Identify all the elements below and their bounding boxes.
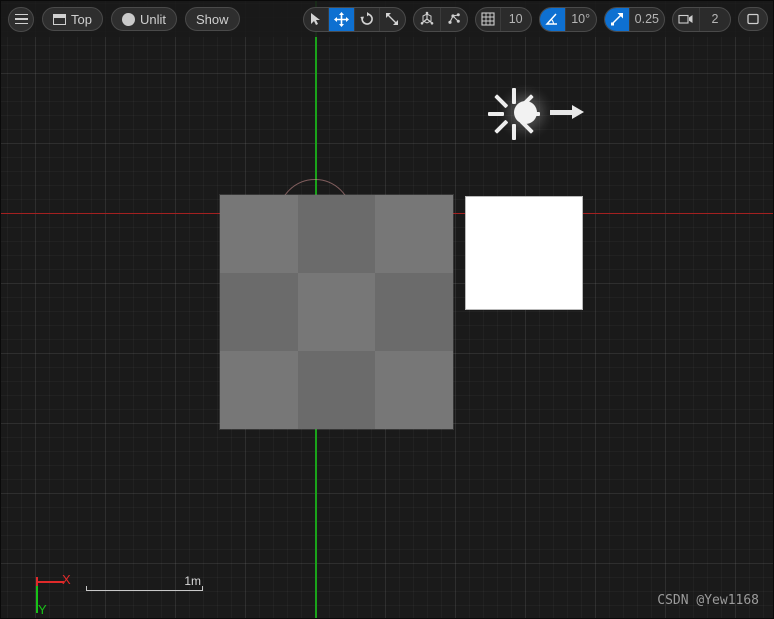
- viewport-menu-button[interactable]: [8, 6, 34, 32]
- viewport-3d[interactable]: Top Unlit Show 10 10° 0.25 2 X Y 1m CSDN…: [0, 0, 774, 619]
- viewport-window-icon: [53, 13, 66, 25]
- checker-cell: [375, 273, 453, 351]
- camera-speed-group: 2: [672, 6, 731, 32]
- lighting-mode-button[interactable]: Unlit: [110, 7, 177, 31]
- hamburger-icon-line: [14, 13, 28, 16]
- transform-tool-group: [302, 6, 406, 32]
- light-ray-icon: [494, 119, 509, 134]
- grid-snap-toggle[interactable]: [476, 7, 501, 31]
- show-menu-button[interactable]: Show: [184, 7, 240, 31]
- scale-tool-button[interactable]: [380, 8, 405, 31]
- directional-light-gizmo[interactable]: [488, 79, 593, 147]
- checkered-plane-mesh[interactable]: [220, 195, 453, 429]
- camera-speed-value[interactable]: 2: [700, 8, 730, 31]
- select-tool-button[interactable]: [304, 7, 329, 31]
- camera-speed-toggle[interactable]: [673, 7, 700, 31]
- checker-cell: [375, 351, 453, 429]
- rotate-tool-button[interactable]: [355, 7, 380, 31]
- checker-cell: [220, 273, 298, 351]
- light-ray-icon: [494, 94, 509, 109]
- scale-bar: 1m: [86, 574, 203, 595]
- axis-x-label: X: [62, 572, 71, 587]
- scale-snap-toggle[interactable]: [604, 7, 630, 31]
- maximize-viewport-icon: [747, 13, 759, 25]
- checker-cell: [297, 195, 376, 273]
- sphere-icon: [121, 12, 135, 26]
- show-menu-label: Show: [195, 11, 229, 27]
- grid-snap-value[interactable]: 10: [501, 8, 531, 31]
- scale-bar-label: 1m: [184, 574, 201, 588]
- coordinate-system-button[interactable]: [414, 7, 441, 31]
- white-plane-mesh[interactable]: [465, 196, 583, 310]
- lighting-mode-label: Unlit: [139, 11, 166, 27]
- axis-y-label: Y: [38, 602, 47, 617]
- angle-snap-toggle[interactable]: [539, 7, 566, 31]
- angle-snap-value[interactable]: 10°: [566, 8, 596, 31]
- light-ray-icon: [488, 112, 504, 116]
- checker-cell: [297, 273, 376, 351]
- light-ray-icon: [512, 88, 516, 104]
- scale-bar-tick-right: [202, 586, 203, 591]
- hamburger-icon-line: [14, 18, 28, 20]
- checker-cell: [297, 351, 376, 429]
- scale-bar-tick-left: [86, 586, 87, 591]
- move-tool-button[interactable]: [328, 7, 355, 31]
- view-mode-button[interactable]: Top: [42, 7, 103, 31]
- light-ray-icon: [512, 124, 516, 140]
- watermark: CSDN @Yew1168: [657, 593, 759, 608]
- checker-cell: [220, 195, 298, 273]
- checker-cell: [375, 195, 453, 273]
- pivot-mode-button[interactable]: [441, 8, 467, 31]
- maximize-viewport-button[interactable]: [738, 7, 768, 31]
- scale-snap-group: 0.25: [603, 6, 665, 32]
- axis-orientation-gizmo: X Y: [34, 572, 74, 617]
- scale-bar-line: [86, 590, 203, 591]
- light-direction-arrowhead-icon: [572, 105, 584, 119]
- light-core-icon: [514, 101, 537, 124]
- viewport-toolbar: Top Unlit Show 10 10° 0.25 2: [1, 1, 773, 37]
- axis-x-indicator: [36, 581, 64, 583]
- coordinate-tool-group: [412, 6, 468, 32]
- scale-snap-value[interactable]: 0.25: [630, 8, 664, 31]
- hamburger-icon-line: [14, 22, 28, 25]
- checker-cell: [220, 351, 298, 429]
- view-mode-label: Top: [71, 11, 92, 27]
- angle-snap-group: 10°: [538, 6, 597, 32]
- grid-snap-group: 10: [474, 6, 532, 32]
